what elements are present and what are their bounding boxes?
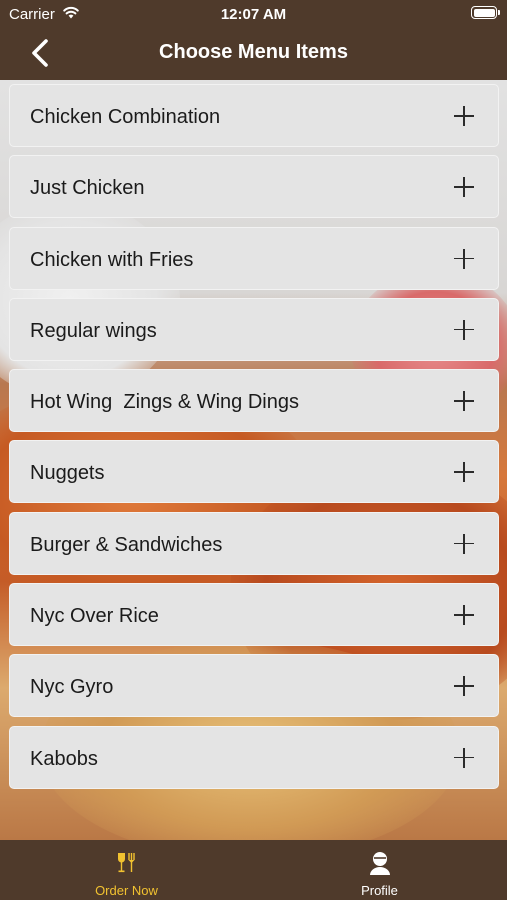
menu-item-nyc-over-rice[interactable]: Nyc Over Rice <box>9 583 499 647</box>
plus-icon[interactable] <box>454 605 474 626</box>
menu-item-label: Nyc Gyro <box>30 676 114 699</box>
dining-icon <box>117 853 135 873</box>
menu-item-label: Nuggets <box>30 462 105 485</box>
menu-item-label: Just Chicken <box>30 177 145 200</box>
menu-item-burger-sandwiches[interactable]: Burger & Sandwiches <box>9 511 499 575</box>
menu-item-label: Hot Wing Zings & Wing Dings <box>30 391 299 414</box>
tab-profile[interactable]: Profile <box>253 840 506 900</box>
navigation-bar: Choose Menu Items <box>0 28 507 80</box>
menu-item-label: Chicken with Fries <box>30 248 194 271</box>
menu-item-label: Kabobs <box>30 747 98 770</box>
menu-item-hot-wing-zings[interactable]: Hot Wing Zings & Wing Dings <box>9 369 499 433</box>
battery-icon <box>471 6 500 19</box>
plus-icon[interactable] <box>454 106 474 126</box>
top-bar: Carrier 12:07 AM Choose Menu Items <box>0 0 507 80</box>
menu-item-just-chicken[interactable]: Just Chicken <box>9 155 499 219</box>
tab-label: Profile <box>361 883 398 898</box>
menu-item-label: Nyc Over Rice <box>30 605 159 628</box>
tab-order-now[interactable]: Order Now <box>0 840 253 900</box>
status-bar: Carrier 12:07 AM <box>0 0 507 28</box>
plus-icon[interactable] <box>454 533 474 554</box>
status-time: 12:07 AM <box>220 6 287 23</box>
page-title: Choose Menu Items <box>159 41 348 63</box>
plus-icon[interactable] <box>454 747 474 768</box>
tab-label: Order Now <box>95 883 158 898</box>
plus-icon[interactable] <box>454 391 474 412</box>
menu-category-list: Chicken Combination Just Chicken Chicken… <box>9 84 499 797</box>
menu-item-regular-wings[interactable]: Regular wings <box>9 297 499 361</box>
menu-item-label: Chicken Combination <box>30 106 221 128</box>
menu-item-chicken-combination[interactable]: Chicken Combination <box>9 84 499 147</box>
bottom-tab-bar: Order Now Profile <box>0 840 507 900</box>
person-icon <box>369 852 390 875</box>
menu-item-nyc-gyro[interactable]: Nyc Gyro <box>9 654 499 718</box>
plus-icon[interactable] <box>454 462 474 483</box>
menu-item-kabobs[interactable]: Kabobs <box>9 725 499 789</box>
menu-item-nuggets[interactable]: Nuggets <box>9 440 499 504</box>
plus-icon[interactable] <box>454 248 474 269</box>
menu-item-chicken-with-fries[interactable]: Chicken with Fries <box>9 226 499 290</box>
menu-item-label: Burger & Sandwiches <box>30 533 223 556</box>
plus-icon[interactable] <box>454 676 474 697</box>
menu-item-label: Regular wings <box>30 319 157 342</box>
plus-icon[interactable] <box>454 177 474 198</box>
plus-icon[interactable] <box>454 319 474 340</box>
